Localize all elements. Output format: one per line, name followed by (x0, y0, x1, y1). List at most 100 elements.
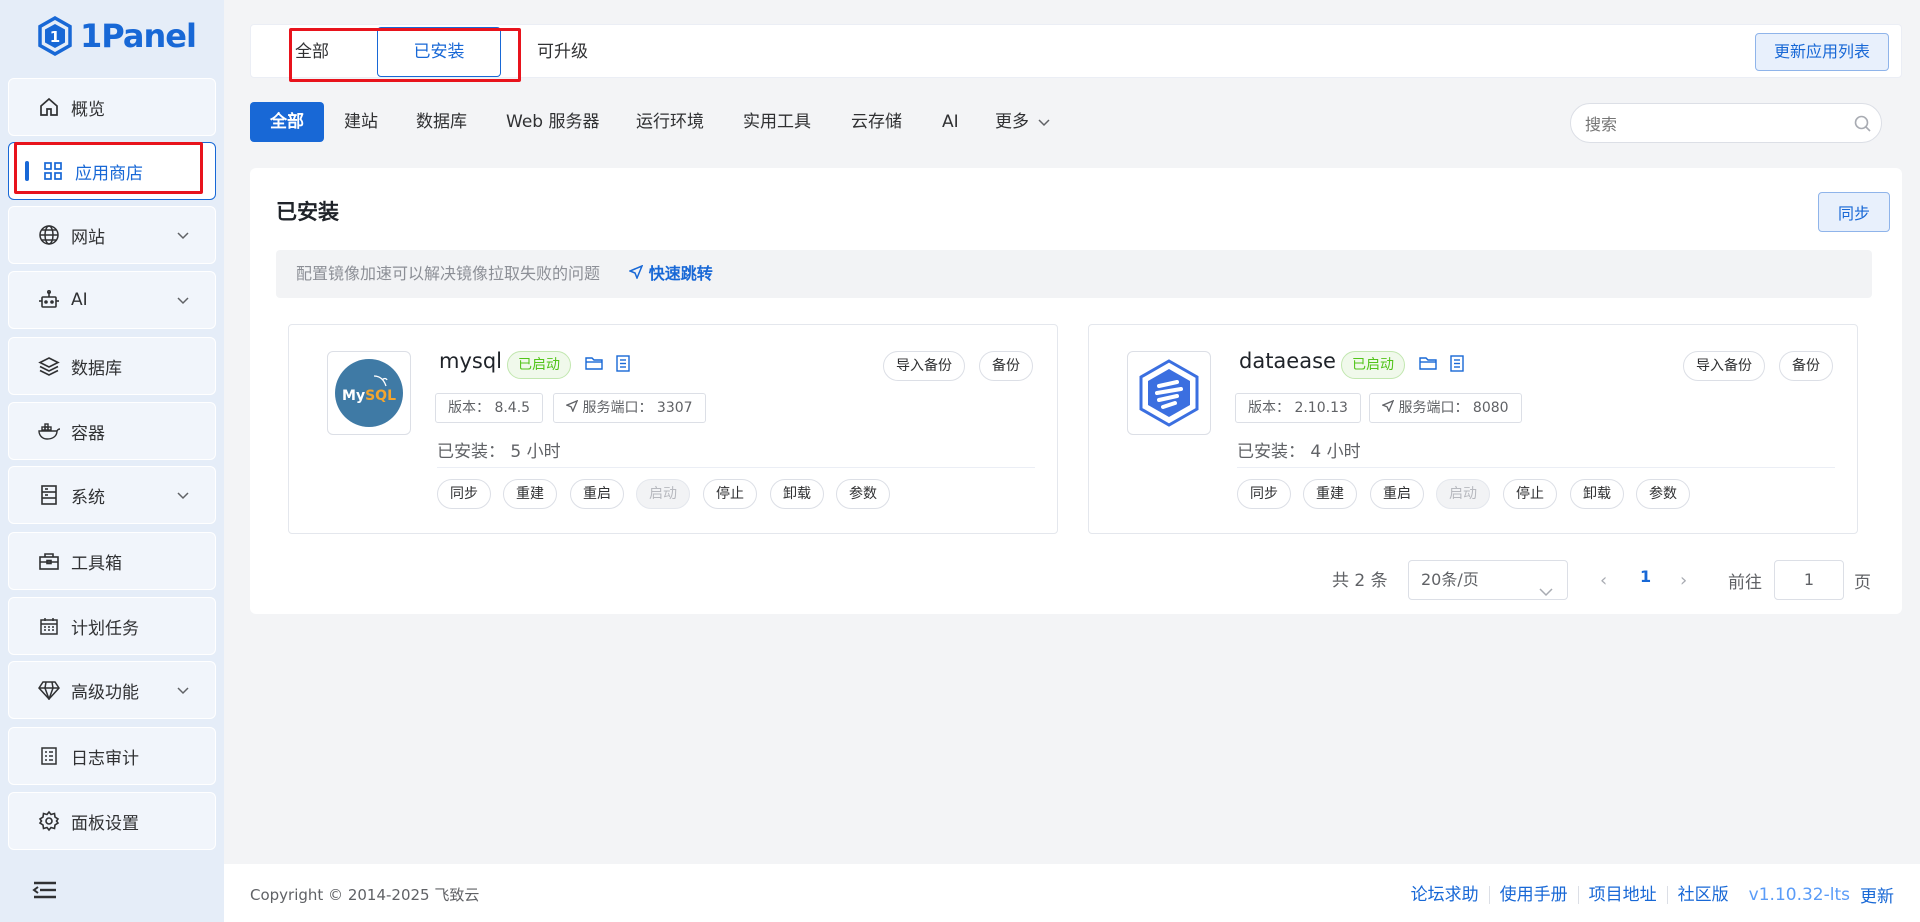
goto-page-input[interactable]: 1 (1774, 560, 1844, 600)
port-value: 8080 (1472, 400, 1509, 416)
chevron-down-icon (177, 290, 189, 310)
send-icon (565, 399, 579, 413)
refresh-app-list-button[interactable]: 更新应用列表 (1754, 33, 1889, 71)
filter-ai[interactable]: AI (942, 102, 959, 142)
filter-all[interactable]: 全部 (250, 102, 324, 142)
uninstall-button[interactable]: 卸载 (1570, 479, 1624, 509)
uninstall-button[interactable]: 卸载 (770, 479, 824, 509)
installed-label: 已安装： (1237, 442, 1305, 462)
stop-button[interactable]: 停止 (1503, 479, 1557, 509)
search-icon[interactable] (1854, 115, 1871, 136)
document-icon[interactable] (615, 355, 631, 376)
tab-installed[interactable]: 已安装 (377, 27, 501, 77)
chevron-down-icon (1539, 573, 1553, 611)
app-card-dataease: dataease 已启动 导入备份 备份 版本： 2.10.13 服务端口： 8… (1088, 324, 1858, 534)
installed-panel: 已安装 同步 配置镜像加速可以解决镜像拉取失败的问题 快速跳转 MySQL my… (250, 168, 1902, 614)
sidebar-item-container[interactable]: 容器 (8, 402, 216, 460)
panel-title: 已安装 (276, 200, 339, 224)
installed-time: 已安装： 4 小时 (1237, 437, 1361, 462)
rebuild-button[interactable]: 重建 (1303, 479, 1357, 509)
filter-tools[interactable]: 实用工具 (743, 102, 811, 142)
params-button[interactable]: 参数 (836, 479, 890, 509)
params-button[interactable]: 参数 (1636, 479, 1690, 509)
brand-name: 1Panel (80, 17, 197, 55)
community-edition-link[interactable]: 社区版 (1666, 885, 1739, 904)
manual-link[interactable]: 使用手册 (1488, 885, 1578, 904)
version-label: 版本： (448, 400, 490, 416)
search-input[interactable] (1585, 112, 1845, 136)
import-backup-button[interactable]: 导入备份 (883, 351, 965, 381)
sidebar-item-overview[interactable]: 概览 (8, 78, 216, 136)
prev-page-icon[interactable]: ‹ (1600, 570, 1607, 591)
restart-button[interactable]: 重启 (1370, 479, 1424, 509)
footer: Copyright © 2014-2025 飞致云 论坛求助 使用手册 项目地址… (224, 864, 1920, 922)
installed-value: 4 小时 (1310, 442, 1361, 462)
sync-app-button[interactable]: 同步 (1237, 479, 1291, 509)
sidebar-item-label: AI (71, 290, 88, 310)
sidebar-item-label: 数据库 (71, 358, 122, 379)
globe-icon (37, 223, 61, 247)
folder-icon[interactable] (585, 355, 603, 375)
update-link[interactable]: 更新 (1860, 882, 1894, 907)
version-value: 2.10.13 (1294, 400, 1348, 416)
sidebar-item-ai[interactable]: AI (8, 271, 216, 329)
sidebar-item-system[interactable]: 系统 (8, 466, 216, 524)
version-tag: 版本： 2.10.13 (1235, 393, 1361, 423)
quick-jump-label: 快速跳转 (648, 264, 713, 283)
sidebar-item-cron[interactable]: 计划任务 (8, 597, 216, 655)
next-page-icon[interactable]: › (1680, 570, 1687, 591)
app-name[interactable]: mysql (439, 349, 502, 373)
stop-button[interactable]: 停止 (703, 479, 757, 509)
sidebar-item-advanced[interactable]: 高级功能 (8, 661, 216, 719)
log-icon (37, 744, 61, 768)
page-size-value: 20条/页 (1421, 570, 1479, 589)
sidebar-item-app-store[interactable]: 应用商店 (8, 142, 216, 200)
sidebar-item-label: 高级功能 (71, 682, 139, 703)
import-backup-button[interactable]: 导入备份 (1683, 351, 1765, 381)
filter-web-server[interactable]: Web 服务器 (506, 102, 599, 142)
filter-more-label: 更多 (995, 112, 1029, 132)
project-link[interactable]: 项目地址 (1577, 885, 1667, 904)
sidebar-item-toolbox[interactable]: 工具箱 (8, 532, 216, 590)
tab-upgradable[interactable]: 可升级 (537, 25, 588, 79)
sidebar-item-database[interactable]: 数据库 (8, 337, 216, 395)
sync-app-button[interactable]: 同步 (437, 479, 491, 509)
sidebar-item-label: 容器 (71, 423, 105, 444)
filter-cloud-storage[interactable]: 云存储 (851, 102, 902, 142)
send-icon (628, 264, 644, 280)
sidebar-item-label: 面板设置 (71, 813, 139, 834)
app-name[interactable]: dataease (1239, 349, 1336, 373)
toolbox-icon (37, 549, 61, 573)
sidebar-item-settings[interactable]: 面板设置 (8, 792, 216, 850)
tab-all[interactable]: 全部 (295, 25, 329, 79)
current-page[interactable]: 1 (1640, 567, 1651, 586)
backup-button[interactable]: 备份 (1779, 351, 1833, 381)
filter-website[interactable]: 建站 (344, 102, 378, 142)
collapse-menu-icon[interactable] (32, 880, 60, 902)
rebuild-button[interactable]: 重建 (503, 479, 557, 509)
backup-button[interactable]: 备份 (979, 351, 1033, 381)
mysql-logo-icon: MySQL (335, 359, 403, 427)
port-value: 3307 (656, 400, 693, 416)
sidebar-item-label: 工具箱 (71, 553, 122, 574)
page-size-select[interactable]: 20条/页 (1408, 560, 1568, 600)
svg-text:MySQL: MySQL (342, 388, 396, 404)
forum-link[interactable]: 论坛求助 (1401, 886, 1489, 904)
brand-logo[interactable]: 1 1Panel (38, 14, 197, 58)
chevron-down-icon (177, 225, 189, 245)
layers-icon (37, 354, 61, 378)
chevron-down-icon (177, 485, 189, 505)
app-logo[interactable]: MySQL (327, 351, 411, 435)
folder-icon[interactable] (1419, 355, 1437, 375)
sync-button[interactable]: 同步 (1818, 192, 1890, 232)
filter-runtime[interactable]: 运行环境 (636, 102, 704, 142)
quick-jump-link[interactable]: 快速跳转 (628, 264, 713, 283)
document-icon[interactable] (1449, 355, 1465, 376)
sidebar-item-website[interactable]: 网站 (8, 206, 216, 264)
search-box[interactable] (1570, 103, 1882, 143)
app-logo[interactable] (1127, 351, 1211, 435)
restart-button[interactable]: 重启 (570, 479, 624, 509)
sidebar-item-logs[interactable]: 日志审计 (8, 727, 216, 785)
filter-database[interactable]: 数据库 (416, 102, 467, 142)
filter-more[interactable]: 更多 (995, 102, 1050, 142)
